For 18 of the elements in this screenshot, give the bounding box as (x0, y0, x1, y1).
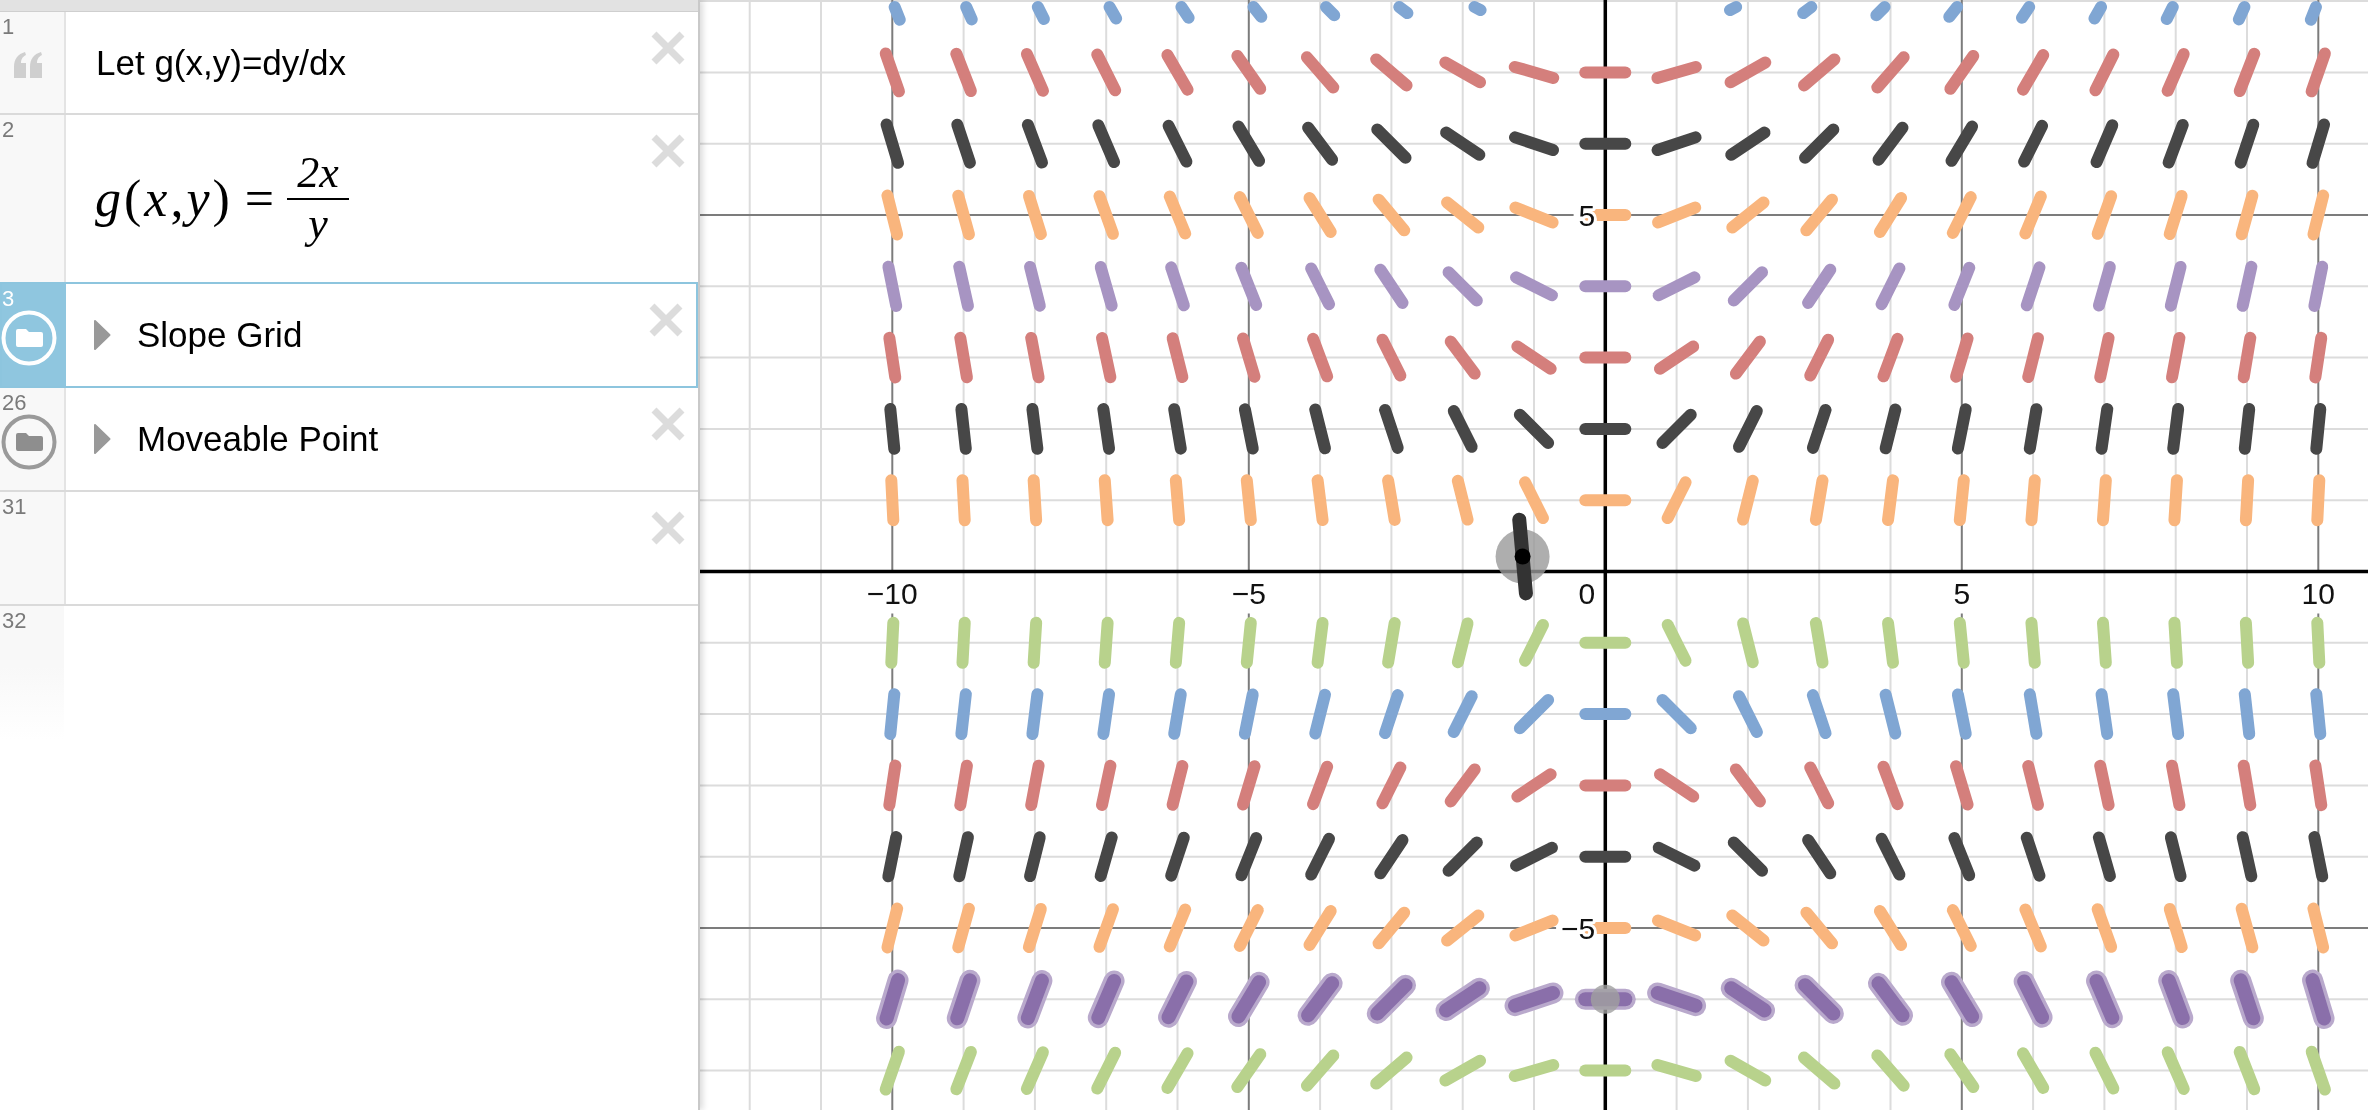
row-number: 1 (1, 16, 15, 38)
row-number: 31 (1, 496, 27, 518)
axis-tick-label: 5 (1953, 576, 1971, 610)
folder-title: Slope Grid (137, 315, 303, 355)
equals-sign: = (244, 172, 275, 225)
row-number: 3 (2, 288, 15, 310)
axis-tick-label: 0 (1578, 576, 1596, 610)
row-number: 32 (1, 610, 27, 632)
folder-title: Moveable Point (137, 419, 379, 459)
axis-tick-label: −5 (1561, 912, 1596, 945)
axis-tick-label: −5 (1231, 576, 1266, 610)
axis-tick-label: −10 (866, 576, 918, 610)
row-number: 26 (1, 392, 27, 414)
fraction-numerator: 2x (287, 150, 349, 200)
note-text: Let g(x,y)=dy/dx (96, 42, 346, 83)
expression-lhs: g(x,y) (95, 172, 233, 225)
row-number: 2 (1, 119, 15, 141)
axis-tick-label: 10 (2301, 576, 2335, 610)
